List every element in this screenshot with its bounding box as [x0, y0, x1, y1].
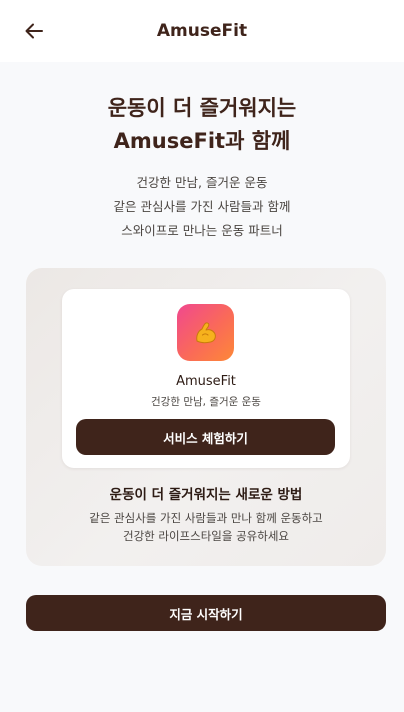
hero-subtitle-line: 같은 관심사를 가진 사람들과 함께	[113, 199, 291, 214]
hero-subtitle-line: 스와이프로 만나는 운동 파트너	[121, 223, 283, 238]
feature-description: 같은 관심사를 가진 사람들과 만나 함께 운동하고 건강한 라이프스타일을 공…	[26, 509, 386, 545]
hero-subtitle-line: 건강한 만남, 즐거운 운동	[136, 175, 268, 190]
hero-subtitle: 건강한 만남, 즐거운 운동 같은 관심사를 가진 사람들과 함께 스와이프로 …	[0, 171, 404, 243]
feature-description-line: 건강한 라이프스타일을 공유하세요	[122, 529, 289, 543]
app-preview-panel: AmuseFit 건강한 만남, 즐거운 운동 서비스 체험하기 운동이 더 즐…	[26, 268, 386, 566]
hero-title-line2: AmuseFit과 함께	[113, 129, 291, 153]
flexed-biceps-icon	[195, 321, 216, 343]
header-title: AmuseFit	[156, 21, 248, 41]
app-name: AmuseFit	[176, 374, 236, 389]
try-service-button[interactable]: 서비스 체험하기	[76, 419, 335, 455]
feature-description-line: 같은 관심사를 가진 사람들과 만나 함께 운동하고	[89, 511, 323, 525]
feature-heading: 운동이 더 즐거워지는 새로운 방법	[109, 487, 303, 503]
app-tagline: 건강한 만남, 즐거운 운동	[151, 396, 261, 408]
top-app-bar: AmuseFit	[0, 0, 404, 62]
start-now-button[interactable]: 지금 시작하기	[26, 595, 386, 631]
app-preview-card: AmuseFit 건강한 만남, 즐거운 운동 서비스 체험하기	[62, 289, 350, 468]
hero-title: 운동이 더 즐거워지는 AmuseFit과 함께	[0, 92, 404, 158]
app-icon	[177, 304, 234, 361]
hero-title-line1: 운동이 더 즐거워지는	[107, 96, 297, 120]
